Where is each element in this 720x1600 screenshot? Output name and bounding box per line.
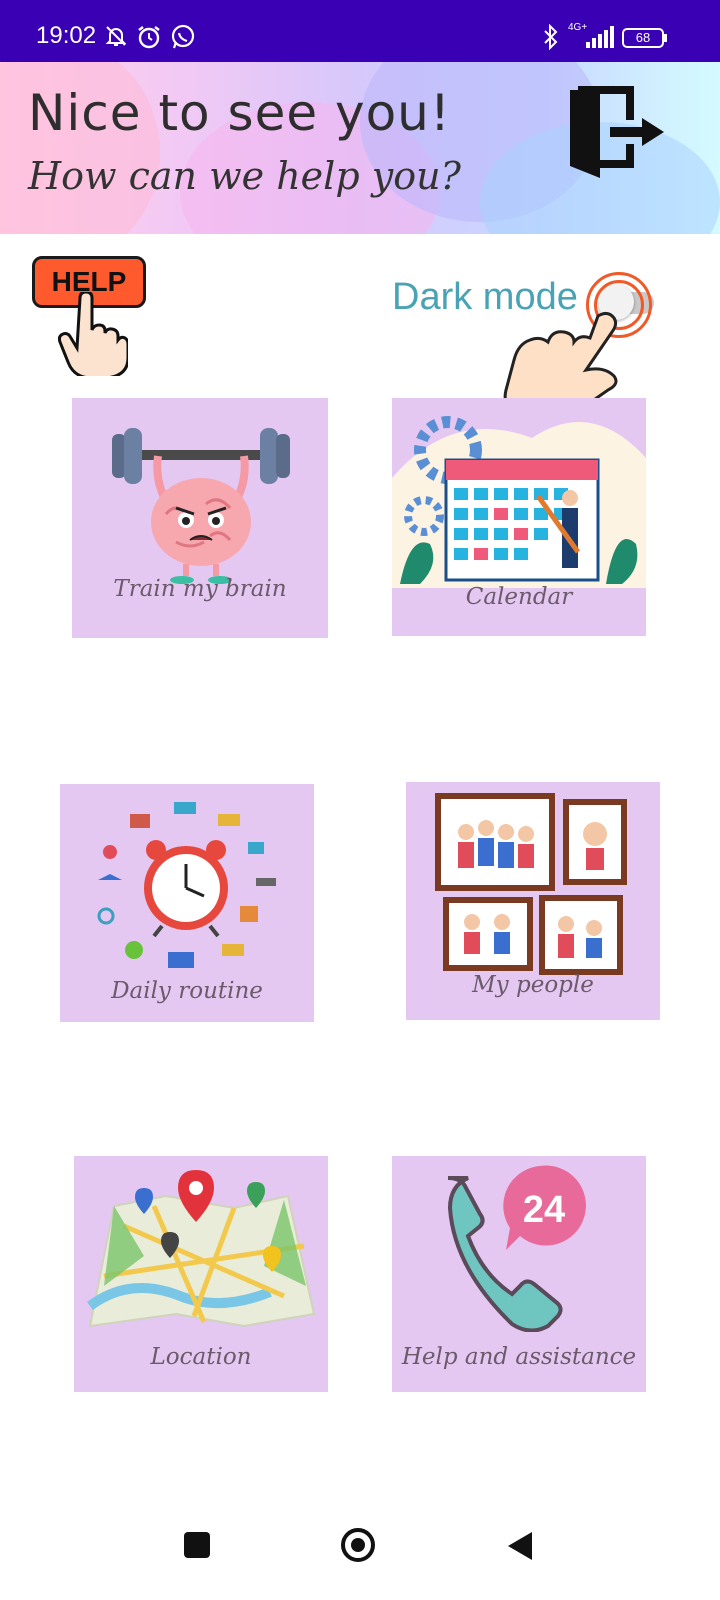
page-subtitle: How can we help you? [28, 154, 461, 198]
tap-hint-ring [594, 280, 644, 330]
dark-mode-label: Dark mode [392, 276, 578, 318]
tile-calendar[interactable]: Calendar [392, 398, 646, 636]
battery-tip [664, 34, 667, 42]
pointing-hand-icon [58, 292, 128, 376]
map-pins-icon [87, 1170, 316, 1328]
battery-icon: 68 [622, 28, 664, 48]
tile-location[interactable]: Location [74, 1156, 328, 1392]
home-circle-dot [351, 1538, 365, 1552]
battery-level: 68 [635, 30, 651, 45]
header-banner: Nice to see you! How can we help you? [0, 62, 720, 234]
family-photo-frames-icon [435, 793, 627, 975]
tile-label: My people [472, 972, 594, 998]
alarm-icon [138, 26, 160, 49]
tile-label: Help and assistance [401, 1344, 637, 1370]
dark-mode-toggle[interactable] [584, 270, 668, 338]
mute-bell-icon [105, 26, 127, 46]
logout-door-icon[interactable] [570, 84, 670, 184]
tile-label: Daily routine [111, 978, 263, 1004]
tile-train-my-brain[interactable]: Train my brain [72, 398, 328, 638]
status-bar: 19:02 4G+ 68 [0, 0, 720, 62]
help-button[interactable]: HELP [32, 256, 146, 376]
alarm-clock-routine-icon [97, 802, 276, 968]
tile-label: Calendar [465, 584, 573, 610]
home-circle-icon[interactable] [341, 1528, 375, 1562]
tile-label: Location [150, 1344, 252, 1370]
status-time: 19:02 [36, 22, 97, 49]
calendar-illustration-icon [392, 416, 646, 588]
back-triangle-icon[interactable] [506, 1530, 534, 1562]
signal-icon [586, 26, 614, 48]
phone-24-icon: 24 [447, 1165, 586, 1332]
svg-text:24: 24 [523, 1189, 565, 1231]
tile-daily-routine[interactable]: Daily routine [60, 784, 314, 1022]
brain-weightlifting-icon [112, 428, 290, 584]
bluetooth-icon [544, 24, 558, 50]
tile-help-and-assistance[interactable]: 24 Help and assistance [392, 1156, 646, 1392]
system-nav-bar [0, 1496, 720, 1600]
whatsapp-icon [171, 24, 195, 49]
tile-label: Train my brain [113, 576, 287, 602]
tile-my-people[interactable]: My people [406, 782, 660, 1020]
recents-square-icon[interactable] [184, 1532, 210, 1558]
page-title: Nice to see you! [28, 84, 451, 142]
